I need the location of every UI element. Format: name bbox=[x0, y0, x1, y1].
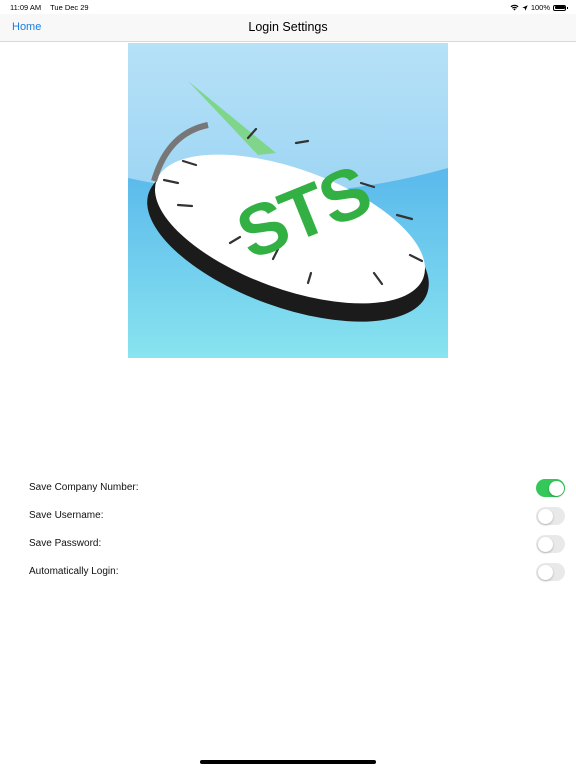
setting-label: Save Password: bbox=[29, 538, 102, 549]
toggle-knob bbox=[548, 480, 564, 496]
setting-label: Save Company Number: bbox=[29, 482, 139, 493]
wifi-icon bbox=[510, 4, 519, 11]
status-right: 100% bbox=[510, 3, 568, 12]
sts-logo-image: STS bbox=[128, 43, 448, 358]
status-date: Tue Dec 29 bbox=[50, 3, 89, 12]
save-company-number-toggle[interactable] bbox=[536, 479, 565, 497]
screen: 11:09 AM Tue Dec 29 100% Home Login Sett… bbox=[0, 0, 576, 768]
save-password-toggle[interactable] bbox=[536, 535, 565, 553]
page-title: Login Settings bbox=[248, 20, 328, 34]
location-arrow-icon bbox=[522, 4, 528, 11]
setting-row-automatically-login: Automatically Login: bbox=[0, 558, 576, 586]
automatically-login-toggle[interactable] bbox=[536, 563, 565, 581]
setting-label: Save Username: bbox=[29, 510, 104, 521]
setting-row-save-company-number: Save Company Number: bbox=[0, 474, 576, 502]
navigation-bar: Home Login Settings bbox=[0, 14, 576, 42]
setting-row-save-password: Save Password: bbox=[0, 530, 576, 558]
battery-percent: 100% bbox=[530, 3, 550, 12]
save-username-toggle[interactable] bbox=[536, 507, 565, 525]
toggle-knob bbox=[537, 536, 553, 552]
setting-row-save-username: Save Username: bbox=[0, 502, 576, 530]
sts-logo-graphic: STS bbox=[128, 43, 448, 358]
status-time: 11:09 AM bbox=[10, 3, 42, 12]
setting-label: Automatically Login: bbox=[29, 566, 119, 577]
status-left: 11:09 AM Tue Dec 29 bbox=[10, 3, 96, 12]
settings-list: Save Company Number: Save Username: Save… bbox=[0, 474, 576, 586]
battery-icon bbox=[553, 4, 568, 11]
home-indicator bbox=[200, 760, 376, 764]
toggle-knob bbox=[537, 508, 553, 524]
status-bar: 11:09 AM Tue Dec 29 100% bbox=[0, 0, 576, 14]
toggle-knob bbox=[537, 564, 553, 580]
